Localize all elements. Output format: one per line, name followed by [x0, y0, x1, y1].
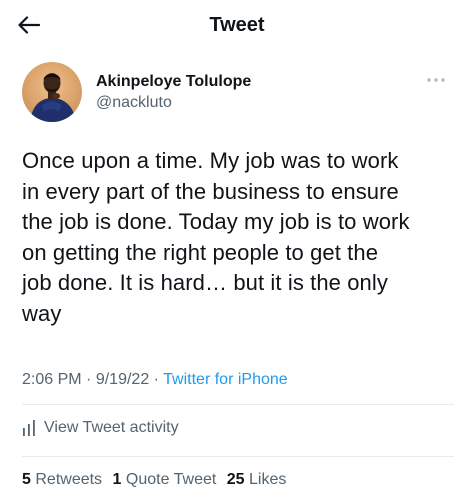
tweet-date[interactable]: 9/19/22	[96, 371, 149, 388]
tweet-line: on getting the right people to get the	[22, 239, 379, 265]
likes-count: 25	[226, 471, 245, 488]
tweet-text: Once upon a time. My job was to work in …	[22, 146, 458, 329]
avatar[interactable]	[22, 62, 82, 122]
quote-tweets-label: Quote Tweet	[125, 471, 217, 488]
author-display-name[interactable]: Akinpeloye Tolulope	[96, 72, 251, 92]
tweet-line: Once upon a time. My job was to work	[22, 148, 399, 173]
tweet-detail-page: Tweet Akinpeloye Tolulope @nackluto Once…	[0, 0, 474, 500]
profile-photo	[22, 62, 82, 122]
author-handle[interactable]: @nackluto	[96, 92, 251, 114]
more-options-button[interactable]	[422, 72, 450, 88]
meta-separator: ·	[153, 371, 159, 388]
divider	[22, 404, 454, 405]
tweet-line: way	[22, 300, 62, 326]
divider	[22, 456, 454, 457]
tweet-meta: 2:06 PM · 9/19/22 · Twitter for iPhone	[22, 371, 288, 389]
more-dots-icon	[427, 78, 445, 82]
page-title: Tweet	[209, 14, 265, 36]
tweet-time[interactable]: 2:06 PM	[22, 371, 82, 388]
retweets-count: 5	[22, 471, 31, 488]
activity-label: View Tweet activity	[44, 419, 179, 436]
retweets-stat[interactable]: 5 Retweets	[22, 471, 107, 488]
tweet-line: the job is done. Today my job is to work	[22, 209, 410, 234]
top-bar: Tweet	[0, 0, 474, 52]
activity-bars-icon	[22, 420, 36, 436]
author-meta: Akinpeloye Tolulope @nackluto	[96, 72, 251, 114]
tweet-line: in every part of the business to ensure	[22, 178, 399, 204]
tweet-stats: 5 Retweets 1 Quote Tweet 25 Likes	[22, 471, 292, 489]
quote-tweets-count: 1	[112, 471, 122, 488]
likes-stat[interactable]: 25 Likes	[227, 471, 287, 488]
tweet-line: job done. It is hard… but it is the only	[22, 270, 388, 295]
meta-separator: ·	[86, 371, 92, 388]
tweet-source-link[interactable]: Twitter for iPhone	[163, 371, 288, 388]
view-tweet-activity-button[interactable]: View Tweet activity	[22, 419, 179, 437]
likes-label: Likes	[249, 471, 287, 488]
tweet-author: Akinpeloye Tolulope @nackluto	[22, 62, 454, 124]
quote-tweets-stat[interactable]: 1 Quote Tweet	[113, 471, 221, 488]
retweets-label: Retweets	[35, 471, 103, 488]
